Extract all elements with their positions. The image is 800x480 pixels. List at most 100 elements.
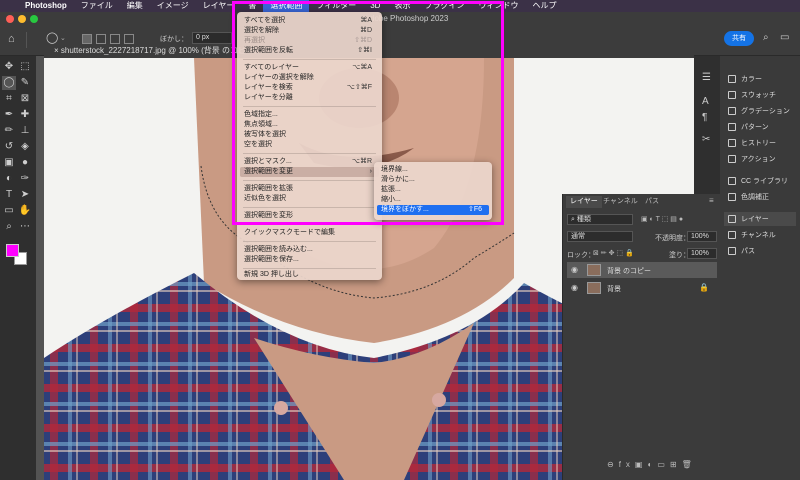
eye-icon[interactable]: ◉ [571,265,578,274]
gradient-tool-icon[interactable]: ▣ [2,156,16,170]
layers-panel: レイヤー チャンネル パス ≡ ⌕ 種類 ▣ ◐ T ⬚ ▤ ● 通常 不透明度… [562,194,720,480]
lasso-tool-icon[interactable]: ◯ [2,76,16,90]
opacity-input[interactable]: 100% [687,231,717,242]
swatches-icon [728,91,736,99]
properties-icon[interactable]: ☰ [702,72,711,83]
close-window-button[interactable] [6,15,14,23]
layers-icon [728,215,736,223]
add-to-selection-icon[interactable] [96,34,106,44]
blend-mode-select[interactable]: 通常 [567,231,633,242]
filter-icons[interactable]: ▣ ◐ T ⬚ ▤ ● [641,215,683,223]
quick-select-tool-icon[interactable]: ✎ [18,76,32,90]
search-icon[interactable]: ⌕ [763,32,769,43]
brush-tool-icon[interactable]: ✏ [2,124,16,138]
panel-swatches[interactable]: スウォッチ [728,88,776,102]
foreground-color-swatch[interactable] [6,244,19,257]
panel-channels[interactable]: チャンネル [728,228,776,242]
menu-file[interactable]: ファイル [74,0,120,12]
crop-tool-icon[interactable]: ⌗ [2,92,16,106]
panel-adjustments[interactable]: 色調補正 [728,190,769,204]
artboard-tool-icon[interactable]: ⬚ [18,60,32,74]
pattern-icon [728,123,736,131]
panel-channels-label: チャンネル [741,232,776,239]
panel-dock: カラー スウォッチ グラデーション パターン ヒストリー アクション CC ライ… [720,56,800,480]
layer-row[interactable]: ◉ 背景 のコピー [567,262,717,278]
more-tools-icon[interactable]: ⋯ [18,220,32,234]
panel-libraries[interactable]: CC ライブラリ [728,174,788,188]
healing-brush-tool-icon[interactable]: ✚ [18,108,32,122]
panel-layers-label: レイヤー [741,216,769,223]
tab-paths[interactable]: パス [641,196,663,208]
panel-actions[interactable]: アクション [728,152,776,166]
lock-label: ロック： [567,252,595,259]
document-close-icon[interactable]: × [54,46,61,55]
tab-layers[interactable]: レイヤー [566,196,602,208]
fill-input[interactable]: 100% [687,248,717,259]
document-tab[interactable]: × shutterstock_2227218717.jpg @ 100% (背景… [48,45,262,57]
lasso-tool-icon[interactable]: ◯ [46,31,58,44]
layer-name: 背景 [607,286,621,293]
menu-edit[interactable]: 編集 [120,0,150,12]
zoom-tool-icon[interactable]: ⌕ [2,220,16,234]
panel-actions-label: アクション [741,156,776,163]
intersect-selection-icon[interactable] [124,34,134,44]
panel-paths[interactable]: パス [728,244,755,258]
workspace-icon[interactable]: ▭ [780,32,789,43]
subtract-from-selection-icon[interactable] [110,34,120,44]
minimize-window-button[interactable] [18,15,26,23]
clone-stamp-tool-icon[interactable]: ⊥ [18,124,32,138]
eyedropper-tool-icon[interactable]: ✒ [2,108,16,122]
tools-icon[interactable]: ✂ [702,134,710,145]
new-selection-icon[interactable] [82,34,92,44]
paths-icon [728,247,736,255]
zoom-window-button[interactable] [30,15,38,23]
paragraph-icon[interactable]: ¶ [702,112,707,123]
rectangle-tool-icon[interactable]: ▭ [2,204,16,218]
eraser-tool-icon[interactable]: ◈ [18,140,32,154]
move-tool-icon[interactable]: ✥ [2,60,16,74]
color-icon [728,75,736,83]
menu-image[interactable]: イメージ [150,0,196,12]
layer-name: 背景 のコピー [607,268,651,275]
menu-help[interactable]: ヘルプ [525,0,563,12]
home-icon[interactable]: ⌂ [8,33,15,45]
feather-input[interactable]: 0 px [192,32,232,44]
gradient-icon [728,107,736,115]
panel-layers[interactable]: レイヤー [724,212,796,226]
menu-item-quick-mask[interactable]: クイックマスクモードで編集 [244,228,335,238]
panel-menu-icon[interactable]: ≡ [709,196,714,205]
history-brush-tool-icon[interactable]: ↺ [2,140,16,154]
annotation-highlight-box [232,1,504,225]
layer-row[interactable]: ◉ 背景 🔒 [567,280,717,296]
character-icon[interactable]: A [702,96,709,107]
panel-history[interactable]: ヒストリー [728,136,776,150]
eye-icon[interactable]: ◉ [571,283,578,292]
adjustments-icon [728,193,736,201]
hand-tool-icon[interactable]: ✋ [18,204,32,218]
dodge-tool-icon[interactable]: ◐ [2,172,16,186]
feather-label: ぼかし： [160,36,188,43]
share-button[interactable]: 共有 [724,31,754,46]
menu-item-new-3d-extrusion[interactable]: 新規 3D 押し出し [244,270,299,280]
panel-swatches-label: スウォッチ [741,92,776,99]
frame-tool-icon[interactable]: ⊠ [18,92,32,106]
menu-item-load-selection[interactable]: 選択範囲を読み込む... [244,245,313,255]
path-selection-tool-icon[interactable]: ➤ [18,188,32,202]
lock-icons[interactable]: ⊠ ✏ ✥ ⬚ 🔒 [593,249,634,257]
blur-tool-icon[interactable]: ● [18,156,32,170]
menu-photoshop[interactable]: Photoshop [18,0,74,12]
layer-thumbnail [587,282,601,294]
panel-libraries-label: CC ライブラリ [741,178,789,185]
tab-channels[interactable]: チャンネル [599,196,642,208]
menu-item-save-selection[interactable]: 選択範囲を保存... [244,255,299,265]
layer-action-icons[interactable]: ⊖fx▣◐▭⊞🗑 [607,460,697,469]
type-tool-icon[interactable]: T [2,188,16,202]
kind-filter-select[interactable]: ⌕ 種類 [567,214,633,225]
panel-adjustments-label: 色調補正 [741,194,769,201]
panel-patterns[interactable]: パターン [728,120,769,134]
history-icon [728,139,736,147]
pen-tool-icon[interactable]: ✑ [18,172,32,186]
panel-gradients[interactable]: グラデーション [728,104,790,118]
panel-color[interactable]: カラー [728,72,762,86]
chevron-down-icon[interactable]: ⌄ [60,34,66,42]
